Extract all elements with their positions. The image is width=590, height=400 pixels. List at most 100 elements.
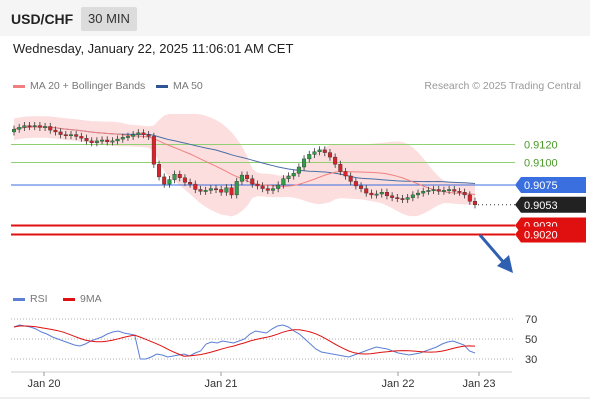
- x-tick-label: Jan 23: [462, 378, 495, 390]
- candle-body: [400, 198, 405, 200]
- rsi-ma-line: [13, 325, 476, 357]
- candle-body: [338, 164, 343, 172]
- candle-body: [410, 194, 415, 198]
- candle-body: [286, 175, 291, 179]
- candle-body: [359, 185, 364, 189]
- candle-body: [100, 139, 105, 142]
- candle-body: [162, 176, 167, 185]
- candle-body: [136, 132, 141, 135]
- candle-body: [322, 149, 327, 153]
- candle-body: [208, 188, 213, 191]
- candle-body: [120, 137, 125, 140]
- candle-body: [84, 137, 89, 142]
- candle-body: [68, 134, 73, 137]
- candle-body: [229, 187, 234, 196]
- candle-body: [219, 189, 224, 193]
- candle-body: [395, 197, 400, 200]
- candle-body: [390, 195, 395, 198]
- candle-body: [291, 173, 296, 177]
- candle-body: [151, 136, 156, 165]
- level-label-0.9075: 0.9075: [524, 180, 558, 192]
- candle-body: [369, 192, 374, 196]
- candle-body: [333, 156, 338, 165]
- candle-body: [260, 185, 265, 189]
- level-label-0.9120: 0.9120: [524, 140, 558, 152]
- candle-body: [58, 131, 63, 135]
- candle-body: [125, 136, 130, 138]
- candle-body: [214, 188, 219, 191]
- candle-body: [348, 175, 353, 182]
- candle-body: [312, 151, 317, 155]
- candle-body: [17, 127, 22, 130]
- candle-body: [115, 138, 120, 142]
- x-tick-label: Jan 21: [204, 378, 237, 390]
- candle-body: [426, 190, 431, 192]
- candle-body: [245, 174, 250, 179]
- bollinger-band: [14, 113, 475, 217]
- candle-body: [421, 191, 426, 194]
- candle-body: [405, 197, 410, 200]
- candle-body: [353, 181, 358, 187]
- rsi-tick-30: 30: [525, 354, 537, 366]
- candle-body: [431, 189, 436, 191]
- candle-body: [436, 189, 441, 192]
- candle-body: [467, 194, 472, 202]
- candle-body: [317, 149, 322, 152]
- candle-body: [203, 190, 208, 192]
- candle-body: [307, 154, 312, 160]
- rsi-tick-70: 70: [525, 314, 537, 326]
- candle-body: [105, 139, 110, 142]
- candle-body: [255, 183, 260, 187]
- candle-body: [157, 164, 162, 178]
- candle-body: [452, 189, 457, 192]
- candle-body: [250, 178, 255, 185]
- candle-body: [37, 125, 42, 128]
- candle-body: [141, 132, 146, 135]
- candle-body: [234, 181, 239, 196]
- level-label-0.9100: 0.9100: [524, 158, 558, 170]
- candle-body: [364, 188, 369, 194]
- candle-body: [302, 158, 307, 168]
- rsi-line: [13, 324, 476, 360]
- candle-body: [94, 140, 99, 143]
- candle-body: [327, 152, 332, 158]
- candle-body: [281, 178, 286, 186]
- candle-body: [43, 126, 48, 128]
- candle-body: [457, 191, 462, 193]
- candle-body: [131, 134, 136, 137]
- candle-body: [265, 188, 270, 191]
- level-label-0.9020: 0.9020: [524, 230, 558, 242]
- candle-body: [27, 125, 32, 127]
- candle-body: [270, 188, 275, 191]
- x-tick-label: Jan 22: [381, 378, 414, 390]
- candle-body: [89, 140, 94, 143]
- candle-body: [172, 173, 177, 180]
- candle-body: [79, 136, 84, 139]
- candle-body: [74, 134, 79, 137]
- candle-body: [441, 190, 446, 192]
- rsi-tick-50: 50: [525, 334, 537, 346]
- candle-body: [198, 189, 203, 192]
- candle-body: [11, 128, 16, 133]
- candle-body: [473, 200, 478, 205]
- candle-body: [53, 129, 58, 133]
- candle-body: [182, 177, 187, 183]
- candle-body: [167, 179, 172, 185]
- candle-body: [146, 134, 151, 137]
- candle-body: [63, 134, 68, 137]
- candle-body: [447, 189, 452, 191]
- candle-body: [32, 125, 37, 127]
- candle-body: [384, 191, 389, 196]
- candle-body: [416, 192, 421, 196]
- candle-body: [177, 173, 182, 178]
- candle-body: [48, 126, 53, 131]
- candle-body: [343, 171, 348, 177]
- candle-body: [276, 184, 281, 189]
- candle-body: [110, 140, 115, 143]
- candle-body: [188, 182, 193, 185]
- candle-body: [193, 183, 198, 190]
- candle-body: [22, 125, 27, 128]
- candle-body: [224, 187, 229, 193]
- candle-body: [379, 191, 384, 195]
- candle-body: [374, 193, 379, 196]
